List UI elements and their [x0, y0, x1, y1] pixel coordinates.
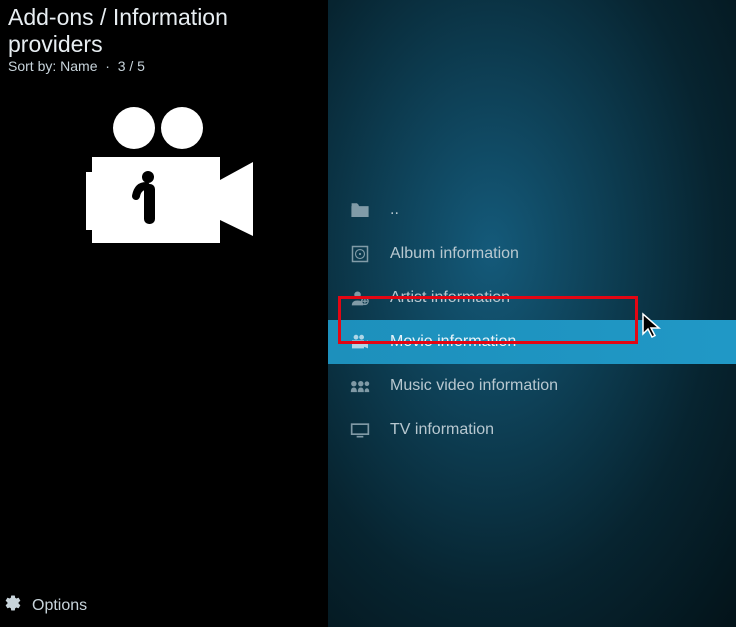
list-item-tv[interactable]: TV information [328, 408, 736, 452]
sort-label[interactable]: Sort by: Name [8, 58, 97, 74]
list-item-parent[interactable]: .. [328, 188, 736, 232]
list-item-label: Album information [390, 245, 519, 263]
album-icon [350, 244, 370, 264]
page-title: Add-ons / Information providers [8, 4, 328, 58]
movie-icon [350, 332, 370, 352]
cursor-icon [641, 312, 665, 340]
left-panel: Add-ons / Information providers Sort by:… [0, 0, 328, 627]
list-item-label: Movie information [390, 333, 516, 351]
list-item-album[interactable]: Album information [328, 232, 736, 276]
position-label: 3 / 5 [118, 58, 145, 74]
gear-icon [4, 594, 22, 617]
subtitle: Sort by: Name · 3 / 5 [8, 58, 328, 74]
options-button[interactable]: Options [0, 594, 87, 617]
list-item-label: Artist information [390, 289, 510, 307]
list-item-music-video[interactable]: Music video information [328, 364, 736, 408]
right-panel: .. Album information Arti [328, 0, 736, 627]
header: Add-ons / Information providers Sort by:… [8, 4, 328, 74]
list-item-label: .. [390, 201, 399, 219]
list-item-artist[interactable]: Artist information [328, 276, 736, 320]
list-item-label: Music video information [390, 377, 558, 395]
list: .. Album information Arti [328, 188, 736, 452]
list-item-movie[interactable]: Movie information [328, 320, 736, 364]
artist-icon [350, 288, 370, 308]
folder-up-icon [350, 200, 370, 220]
list-item-label: TV information [390, 421, 494, 439]
music-video-icon [350, 376, 370, 396]
separator: · [101, 58, 117, 74]
category-icon [76, 104, 261, 259]
tv-icon [350, 420, 370, 440]
options-label: Options [32, 597, 87, 615]
